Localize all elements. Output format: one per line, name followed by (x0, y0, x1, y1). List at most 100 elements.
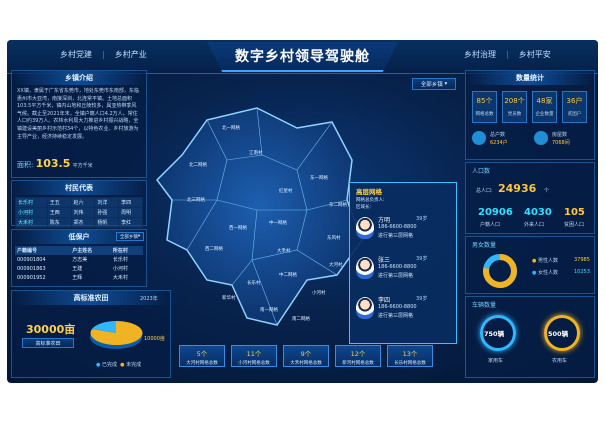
person-age: 39岁 (416, 296, 428, 302)
nav-governance[interactable]: 乡村治理 (464, 50, 496, 59)
map-label[interactable]: 北二网格 (189, 162, 207, 168)
stats-title: 数量统计 (466, 71, 594, 85)
farm-car-value: 500辆 (548, 330, 569, 338)
gender-panel: 男女数量 ● 男性人数 37985 ● 女性人数 10253 (465, 236, 595, 294)
stat-card[interactable]: 36户 贫困户 (562, 91, 587, 123)
grid-count-button[interactable]: 9个 大禾村网格总数 (283, 345, 329, 367)
table-cell: 赵六 (70, 197, 96, 208)
table-cell: 王建 (72, 266, 83, 272)
table-cell: 000901952 (17, 274, 46, 281)
nav-right: 乡村治理 | 乡村平安 (459, 49, 556, 60)
map-label[interactable]: 南二网格 (292, 316, 310, 322)
grid-count-label: 大禾村网格总数 (290, 361, 322, 366)
houses-value: 7068间 (552, 140, 570, 146)
grid-count-value: 5个 (196, 350, 208, 358)
grid-count-button[interactable]: 5个大河村网格总数 (179, 345, 225, 367)
table-cell: 小河村 (15, 207, 48, 218)
table-row[interactable]: 000901952 王辉 大禾村 (15, 273, 143, 282)
grid-count-label: 小河村网格总数 (238, 361, 270, 366)
map-label[interactable]: 西二网格 (205, 246, 223, 252)
map-outline[interactable] (156, 107, 363, 326)
map-label[interactable]: 南一网格 (260, 307, 278, 313)
map-label[interactable]: 江南村 (249, 150, 263, 156)
dashboard-screen: 乡村党建 | 乡村产业 数字乡村领导驾驶舱 乡村治理 | 乡村平安 乡镇介绍 XX镇，隶… (7, 40, 598, 383)
person-card[interactable]: 李四 39岁 186-6600-8800 进行第三层网格 (356, 295, 452, 325)
table-row[interactable]: 长乐村 王五 赵六 刘洋 李四 (15, 197, 143, 208)
person-card[interactable]: 方明 39岁 186-6600-8800 进行第三层网格 (356, 215, 452, 245)
households-value: 6234户 (490, 140, 508, 146)
stat-value: 48家 (536, 97, 553, 105)
grid-count-value: 13个 (402, 350, 418, 358)
map-label[interactable]: 中二网格 (279, 272, 297, 278)
stat-value: 85个 (476, 97, 493, 105)
stat-label: 党员数 (507, 112, 522, 117)
grid-count-button[interactable]: 12个 新河村网格总数 (335, 345, 381, 367)
table-cell: 王西 (46, 207, 72, 218)
table-row[interactable]: 000901863 王建 小河村 (15, 264, 143, 273)
person-avatar (356, 297, 374, 319)
table-row[interactable]: 大禾村 陈东 郑杰 杨帆 李红 (15, 217, 143, 228)
person-avatar (356, 257, 374, 279)
person-phone: 186-6600-8800 (378, 224, 417, 230)
map-label[interactable]: 小河村 (312, 290, 326, 296)
map-label[interactable]: 东风村 (327, 235, 341, 241)
stat-label: 网格总数 (475, 112, 494, 117)
table-cell: 000901863 (17, 265, 46, 272)
select-label: 全部乡镇 (420, 82, 443, 88)
building-icon (534, 131, 548, 145)
map-label[interactable]: 北三网格 (187, 197, 205, 203)
intro-title: 乡镇介绍 (12, 71, 146, 85)
table-row[interactable]: 000901804 方志美 长乐村 (15, 255, 143, 264)
map-label[interactable]: 东二网格 (329, 202, 347, 208)
map-label[interactable]: 长乐村 (247, 280, 261, 286)
popup-leader: 网格总负责人: (356, 197, 385, 203)
person-card[interactable]: 张三 39岁 186-6600-8800 进行第三层网格 (356, 255, 452, 285)
table-cell: 王五 (46, 197, 72, 208)
population-label: 户籍人口 (480, 222, 501, 228)
table-row[interactable]: 小河村 王西 刘伟 孙强 周明 (15, 207, 143, 218)
person-phone: 186-6600-8800 (378, 304, 417, 310)
map-label[interactable]: 红星村 (279, 188, 293, 194)
map-label[interactable]: 大河村 (329, 262, 343, 268)
map-label[interactable]: 东一网格 (310, 175, 328, 181)
popup-manager-label: 区域长: (356, 205, 372, 210)
map-label[interactable]: 西一网格 (229, 225, 247, 231)
family-car-label: 家用车 (488, 358, 504, 364)
town-select[interactable]: 全部乡镇 ▾ (412, 78, 456, 90)
gender-donut (483, 254, 517, 288)
stat-value: 208个 (504, 97, 525, 105)
nav-industry[interactable]: 乡村产业 (115, 50, 147, 59)
grid-count-button[interactable]: 11个 小河村网格总数 (231, 345, 277, 367)
stat-card[interactable]: 48家 企业数量 (532, 91, 557, 123)
table-cell: 方志美 (72, 257, 88, 263)
farm-car-label: 农用车 (552, 358, 568, 364)
gender-title: 男女数量 (472, 242, 497, 249)
table-cell: 大禾村 (112, 275, 128, 281)
grid-count-button[interactable]: 13个 长乐村网格总数 (387, 345, 433, 367)
nav-safety[interactable]: 乡村平安 (519, 50, 551, 59)
insurance-town-select[interactable]: 全部乡镇 ▾ (116, 232, 144, 241)
stat-card[interactable]: 208个党员数 (502, 91, 527, 123)
stats-panel: 数量统计 85个 网格总数 208个 党员数 48家 企业数量 36户 贫困户 总户数 … (465, 70, 595, 160)
area-unit: 平方千米 (72, 163, 93, 169)
grid-info-popup[interactable]: 高层网格 网格总负责人: 区域长: 方明 39岁 186-6600-8800 进… (349, 182, 457, 344)
house-icon (472, 131, 486, 145)
farmland-3d-pie (90, 320, 143, 349)
stat-card[interactable]: 85个网格总数 (472, 91, 497, 123)
column-header: 所在村 (110, 246, 143, 255)
map-label[interactable]: 新华村 (222, 295, 236, 301)
stat-label: 贫困户 (567, 112, 582, 117)
map-label[interactable]: 大禾村 (277, 248, 291, 254)
insurance-panel: 低保户 全部乡镇 ▾ 户籍编号 户主姓名 所在村 000901804 方志美 长乐村 00… (11, 229, 147, 287)
grid-count-label: 大河村网格总数 (186, 361, 218, 366)
table-cell: 000901804 (17, 256, 46, 263)
table-cell: 刘洋 (94, 197, 120, 208)
population-total-label: 总人口: (476, 188, 493, 194)
family-car-value: 750辆 (484, 330, 505, 338)
legend-dot-icon: ● (532, 270, 537, 276)
map-label[interactable]: 中一网格 (269, 220, 287, 226)
nav-party-building[interactable]: 乡村党建 (60, 50, 92, 59)
map-label[interactable]: 北一网格 (222, 125, 240, 131)
population-value: 20906 (478, 207, 513, 218)
header-bar: 乡村党建 | 乡村产业 数字乡村领导驾驶舱 乡村治理 | 乡村平安 (7, 40, 598, 74)
